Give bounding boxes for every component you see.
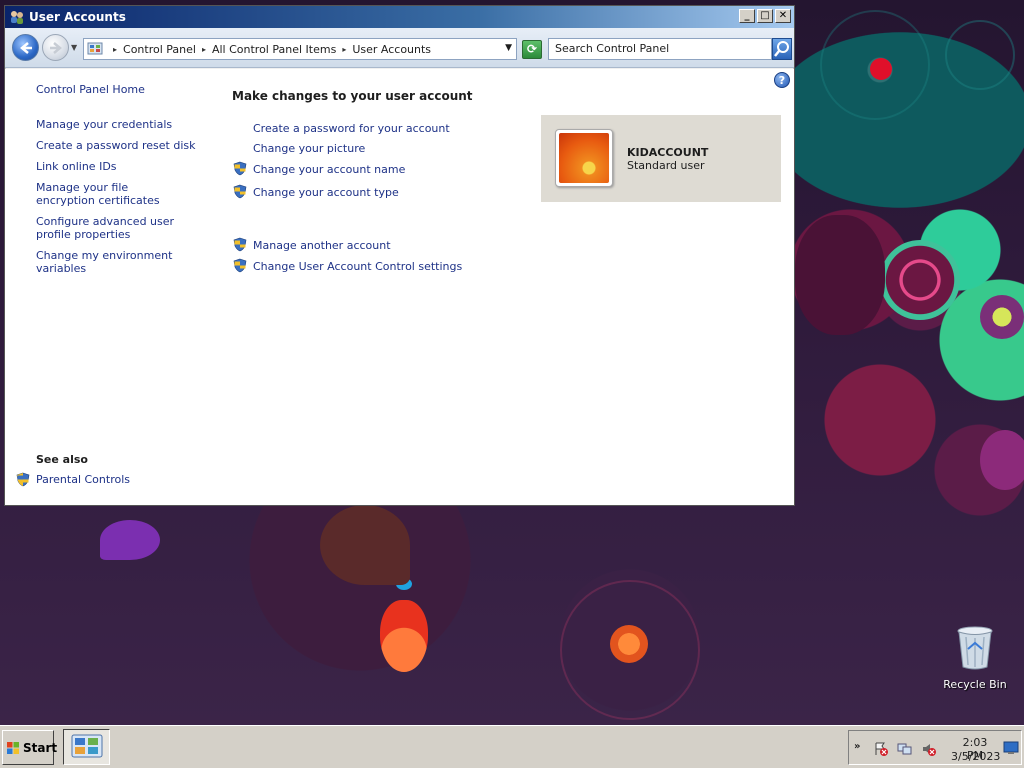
trash-can-icon <box>957 626 993 670</box>
uac-shield-icon <box>233 258 247 273</box>
user-accounts-window: User Accounts _ □ ✕ ▼ ▸ Control Panel ▸ … <box>4 5 795 506</box>
recycle-bin-label: Recycle Bin <box>943 678 1007 691</box>
address-history-dropdown[interactable]: ▼ <box>505 43 512 53</box>
maximize-button[interactable]: □ <box>757 9 773 23</box>
wallpaper-ring <box>945 20 1015 90</box>
clock-date[interactable]: 3/5/2023 <box>951 750 1000 763</box>
forward-button[interactable] <box>42 34 69 61</box>
account-card: KIDACCOUNT Standard user <box>541 115 781 202</box>
breadcrumb-separator[interactable]: ▸ <box>198 45 210 54</box>
recycle-bin-icon[interactable]: Recycle Bin <box>940 625 1010 691</box>
uac-shield-icon <box>233 237 247 252</box>
see-also-heading: See also <box>36 453 88 466</box>
arrow-right-icon <box>50 42 62 54</box>
uac-shield-icon <box>233 161 247 176</box>
system-tray: » 2:03 PM 3/5/2023 <box>848 730 1022 765</box>
recent-pages-dropdown[interactable]: ▼ <box>71 43 77 52</box>
search-icon <box>774 41 789 57</box>
caption-buttons: _ □ ✕ <box>739 9 791 23</box>
windows-logo-icon <box>6 741 20 755</box>
wallpaper-orb <box>980 430 1024 490</box>
wallpaper-orb <box>100 520 160 560</box>
environment-variables-link[interactable]: Change my environment variables <box>36 249 211 275</box>
window-titlebar[interactable]: User Accounts _ □ ✕ <box>5 6 794 28</box>
breadcrumb-separator[interactable]: ▸ <box>109 45 121 54</box>
start-label: Start <box>23 740 58 755</box>
change-account-type-link[interactable]: Change your account type <box>253 186 399 199</box>
uac-shield-icon <box>16 472 30 487</box>
back-button[interactable] <box>12 34 39 61</box>
manage-another-account-link[interactable]: Manage another account <box>253 239 391 252</box>
wallpaper-orb <box>320 505 410 585</box>
control-panel-home-link[interactable]: Control Panel Home <box>36 83 211 96</box>
breadcrumb-all-items[interactable]: All Control Panel Items <box>210 43 338 56</box>
wallpaper-ring <box>560 580 700 720</box>
wallpaper-orb <box>980 295 1024 339</box>
arrow-left-icon <box>20 42 32 54</box>
control-panel-icon <box>87 41 105 57</box>
account-picture[interactable] <box>555 129 613 187</box>
create-password-link[interactable]: Create a password for your account <box>253 122 450 135</box>
network-icon[interactable] <box>897 741 913 757</box>
refresh-icon: ⟳ <box>526 42 538 56</box>
change-picture-link[interactable]: Change your picture <box>253 142 365 155</box>
content-area: ? Control Panel Home Manage your credent… <box>5 69 794 505</box>
search-input[interactable]: Search Control Panel <box>548 38 772 60</box>
refresh-button[interactable]: ⟳ <box>522 40 542 59</box>
wallpaper-orb <box>795 215 885 335</box>
account-type: Standard user <box>627 159 705 172</box>
breadcrumb-user-accounts[interactable]: User Accounts <box>350 43 433 56</box>
action-center-icon[interactable] <box>873 741 889 757</box>
link-online-ids-link[interactable]: Link online IDs <box>36 160 211 173</box>
taskbar: Start » 2:03 PM 3/5/2023 <box>0 725 1024 768</box>
flower-picture-icon <box>559 133 609 183</box>
help-icon[interactable]: ? <box>774 72 790 88</box>
uac-shield-icon <box>233 184 247 199</box>
window-title: User Accounts <box>29 10 126 24</box>
address-bar: ▼ ▸ Control Panel ▸ All Control Panel It… <box>5 28 794 68</box>
taskbar-item-control-panel[interactable] <box>63 729 110 765</box>
breadcrumb-separator[interactable]: ▸ <box>338 45 350 54</box>
show-desktop-icon[interactable] <box>1003 741 1019 755</box>
wallpaper-orb <box>380 600 428 672</box>
parental-controls-link[interactable]: Parental Controls <box>36 473 211 486</box>
uac-settings-link[interactable]: Change User Account Control settings <box>253 260 462 273</box>
search-button[interactable] <box>772 38 792 60</box>
breadcrumb[interactable]: ▸ Control Panel ▸ All Control Panel Item… <box>83 38 517 60</box>
file-encryption-link[interactable]: Manage your file encryption certificates <box>36 181 186 207</box>
change-account-name-link[interactable]: Change your account name <box>253 163 405 176</box>
account-name: KIDACCOUNT <box>627 146 709 159</box>
close-button[interactable]: ✕ <box>775 9 791 23</box>
volume-muted-icon[interactable] <box>921 741 937 757</box>
advanced-profile-link[interactable]: Configure advanced user profile properti… <box>36 215 201 241</box>
wallpaper-orb <box>880 240 960 320</box>
user-accounts-icon <box>9 9 25 25</box>
minimize-button[interactable]: _ <box>739 9 755 23</box>
password-reset-disk-link[interactable]: Create a password reset disk <box>36 139 211 152</box>
manage-credentials-link[interactable]: Manage your credentials <box>36 118 211 131</box>
wallpaper-ring <box>820 10 930 120</box>
start-button[interactable]: Start <box>2 730 58 765</box>
show-hidden-icons-button[interactable]: » <box>854 741 860 752</box>
control-panel-icon <box>71 734 103 758</box>
page-title: Make changes to your user account <box>232 89 473 103</box>
breadcrumb-control-panel[interactable]: Control Panel <box>121 43 198 56</box>
